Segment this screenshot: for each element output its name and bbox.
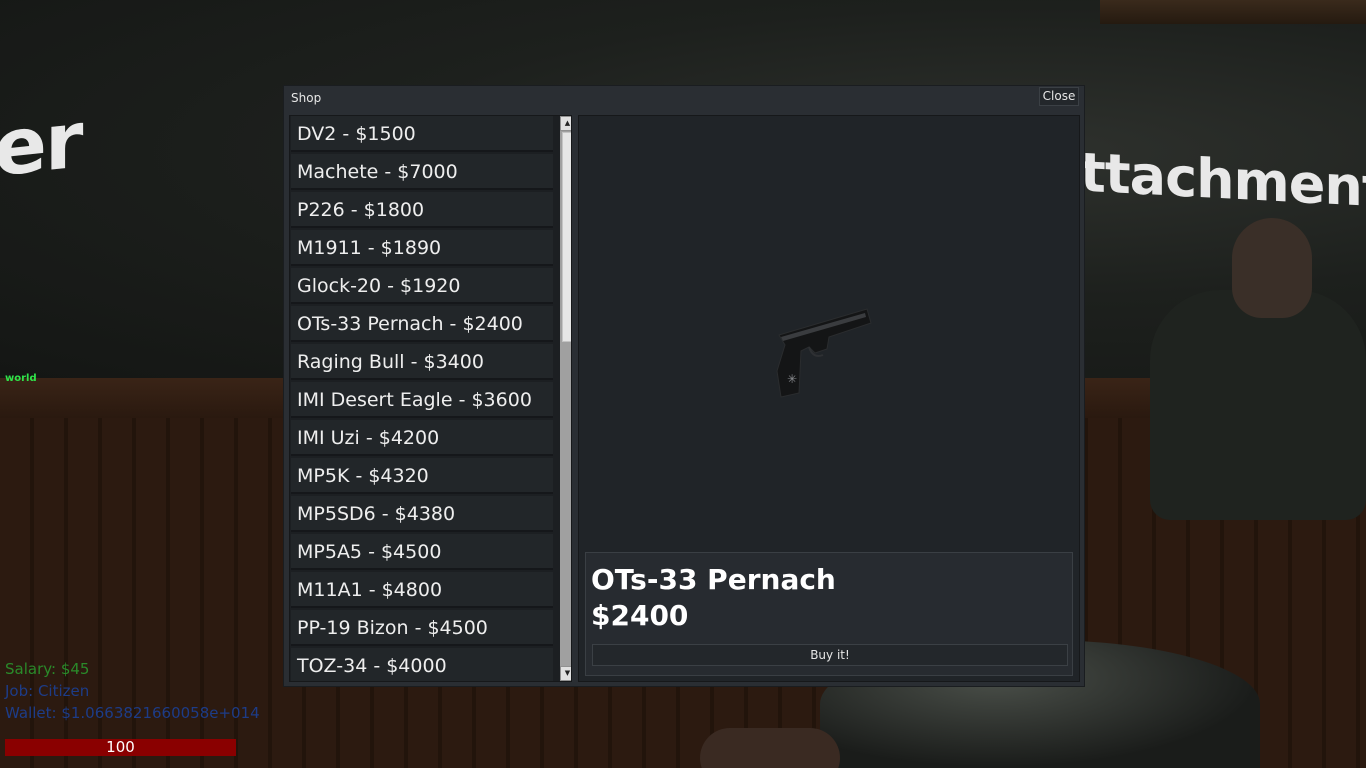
list-item-mp5k[interactable]: MP5K - $4320 [291, 458, 553, 494]
svg-text:✳: ✳ [787, 372, 797, 386]
list-item-imi-desert-eagle[interactable]: IMI Desert Eagle - $3600 [291, 382, 553, 418]
list-item-mp5sd6[interactable]: MP5SD6 - $4380 [291, 496, 553, 532]
list-item-machete[interactable]: Machete - $7000 [291, 154, 553, 190]
list-item-toz-34[interactable]: TOZ-34 - $4000 [291, 648, 553, 681]
list-scrollbar[interactable]: ▲ ▼ [560, 116, 571, 681]
list-item-m11a1[interactable]: M11A1 - $4800 [291, 572, 553, 608]
hud-info: Salary: $45 Job: Citizen Wallet: $1.0663… [5, 658, 260, 724]
ceiling-trim [1100, 0, 1366, 24]
pistol-icon: ✳ [769, 301, 879, 405]
item-detail-panel: ✳ OTs-33 Pernach $2400 Buy it! [578, 115, 1080, 682]
hud-job: Job: Citizen [5, 682, 90, 700]
list-item-m1911[interactable]: M1911 - $1890 [291, 230, 553, 266]
list-item-pp-19-bizon[interactable]: PP-19 Bizon - $4500 [291, 610, 553, 646]
selected-item-name: OTs-33 Pernach [591, 563, 836, 596]
wall-sign-left: er [0, 95, 82, 195]
shop-title: Shop [291, 91, 322, 105]
list-item-imi-uzi[interactable]: IMI Uzi - $4200 [291, 420, 553, 456]
hud-wallet: Wallet: $1.0663821660058e+014 [5, 704, 260, 722]
list-item-glock-20[interactable]: Glock-20 - $1920 [291, 268, 553, 304]
buy-button[interactable]: Buy it! [592, 644, 1068, 666]
hud-salary: Salary: $45 [5, 660, 90, 678]
scroll-down-icon[interactable]: ▼ [560, 666, 571, 681]
close-button[interactable]: Close [1039, 87, 1079, 106]
list-item-p226[interactable]: P226 - $1800 [291, 192, 553, 228]
scroll-up-icon[interactable]: ▲ [560, 116, 571, 131]
player-hand [700, 728, 840, 768]
item-list: DV2 - $1500 Machete - $7000 P226 - $1800… [289, 115, 572, 682]
list-item-dv2[interactable]: DV2 - $1500 [291, 116, 553, 152]
shop-window: Shop Close DV2 - $1500 Machete - $7000 P… [283, 85, 1085, 687]
scroll-thumb[interactable] [562, 132, 571, 342]
list-item-ots-33-pernach[interactable]: OTs-33 Pernach - $2400 [291, 306, 553, 342]
item-info-box: OTs-33 Pernach $2400 Buy it! [585, 552, 1073, 676]
list-item-raging-bull[interactable]: Raging Bull - $3400 [291, 344, 553, 380]
npc-body [1150, 290, 1366, 520]
world-tag: world [5, 373, 37, 384]
health-bar: 100 [5, 739, 236, 756]
npc-head [1232, 218, 1312, 318]
list-item-mp5a5[interactable]: MP5A5 - $4500 [291, 534, 553, 570]
selected-item-price: $2400 [591, 599, 689, 632]
